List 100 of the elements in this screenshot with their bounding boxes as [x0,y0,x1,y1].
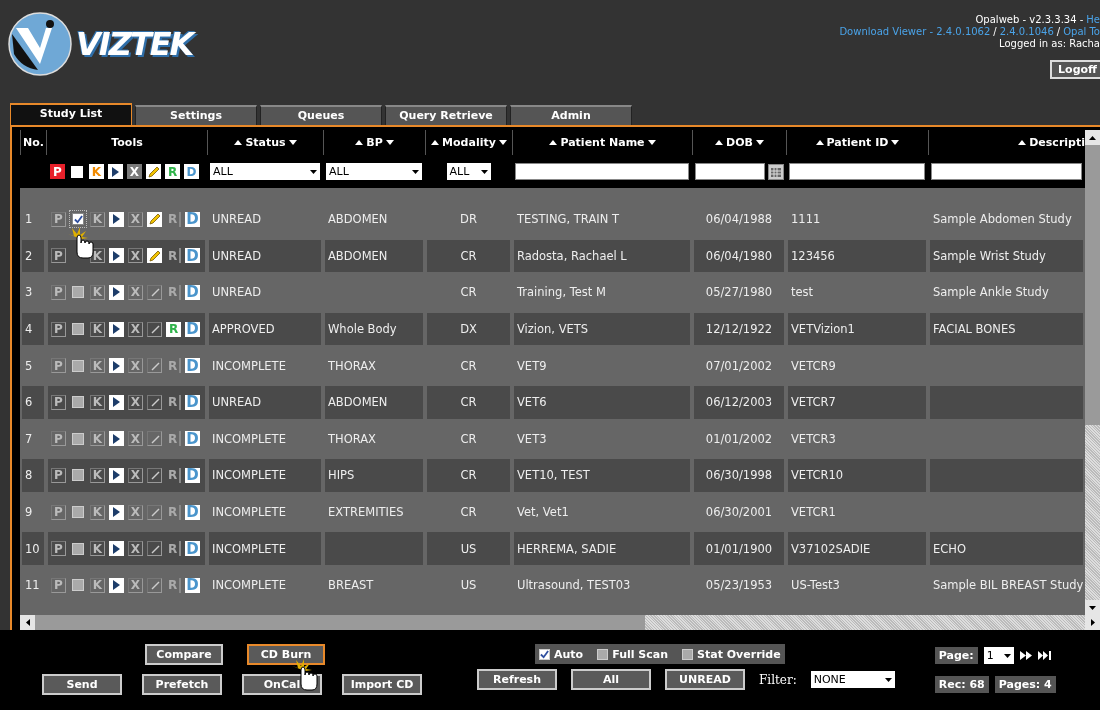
tool-button[interactable]: P [51,211,66,227]
sort-up-icon[interactable] [549,140,558,145]
tool-button[interactable]: P [51,321,66,337]
description-filter-field[interactable] [931,163,1082,180]
play-button[interactable] [109,394,124,410]
bp-filter-select[interactable]: ALL [326,163,422,180]
row-checkbox[interactable] [72,469,84,482]
tool-button[interactable]: R [166,321,181,337]
tool-button[interactable]: P [51,577,66,593]
action-button[interactable]: Compare [145,644,223,665]
tool-button[interactable]: R [166,248,181,264]
vertical-scrollbar[interactable] [1085,130,1100,615]
option-checkbox[interactable]: Full Scan [597,647,669,661]
tool-button[interactable]: R [166,211,181,227]
edit-button[interactable] [147,248,162,264]
tool-button[interactable]: X [128,321,143,337]
play-button[interactable] [109,211,124,227]
play-button[interactable] [109,541,124,557]
tool-button[interactable]: X [127,164,142,179]
action-button[interactable]: Prefetch [142,674,222,695]
tool-button[interactable]: X [128,211,143,227]
tab[interactable]: Queues [260,105,382,125]
edit-button[interactable] [147,541,162,557]
tool-button[interactable]: D [185,321,200,337]
sort-up-icon[interactable] [715,140,724,145]
sort-up-icon[interactable] [815,140,824,145]
row-checkbox[interactable] [72,323,84,336]
tool-button[interactable]: K [90,577,105,593]
modality-filter-select[interactable]: ALL [446,163,491,180]
tool-button[interactable]: K [90,467,105,483]
next-page-icon[interactable] [1019,651,1032,660]
tool-button[interactable]: D [185,541,200,557]
tab[interactable]: Settings [135,105,257,125]
play-button[interactable] [109,467,124,483]
action-button[interactable]: CD Burn [247,644,325,665]
tool-button[interactable]: K [90,211,105,227]
sort-up-icon[interactable] [234,140,243,145]
tool-button[interactable]: R [166,358,181,374]
tab[interactable]: Admin [510,105,632,125]
tool-button[interactable]: P [51,358,66,374]
row-checkbox[interactable] [72,579,84,592]
filter-select[interactable]: NONE [810,671,895,688]
scroll-up-icon[interactable] [1089,135,1096,140]
row-checkbox[interactable] [72,396,84,409]
row-checkbox[interactable] [72,506,84,519]
tool-button[interactable]: R [166,394,181,410]
row-checkbox[interactable] [72,286,84,299]
tab[interactable]: Query Retrieve [385,105,507,125]
scroll-thumb[interactable] [35,615,645,630]
tool-button[interactable]: P [51,285,66,300]
scroll-left-icon[interactable] [25,619,30,626]
tool-button[interactable]: X [128,394,143,410]
action-button[interactable]: Import CD [342,674,422,695]
sort-up-icon[interactable] [431,140,440,145]
tool-button[interactable]: K [90,285,105,300]
tool-button[interactable]: X [128,541,143,557]
tool-button[interactable]: P [51,541,66,557]
sort-down-icon[interactable] [891,140,900,145]
tool-button[interactable]: K [90,321,105,337]
patient-name-filter-field[interactable] [515,163,689,180]
tool-button[interactable]: P [50,164,65,179]
logoff-button[interactable]: Logoff [1050,60,1100,79]
sort-down-icon[interactable] [385,140,394,145]
tool-button[interactable]: D [185,285,200,300]
tool-button[interactable]: R [166,467,181,483]
tool-button[interactable]: X [128,467,143,483]
row-checkbox[interactable] [72,542,84,555]
tool-button[interactable]: R [166,577,181,593]
tool-button[interactable]: D [185,467,200,483]
tool-button[interactable]: P [51,394,66,410]
tool-button[interactable]: D [185,577,200,593]
play-button[interactable] [109,248,124,264]
tool-button[interactable]: D [184,164,199,179]
tool-button[interactable]: D [185,358,200,374]
scroll-down-icon[interactable] [1089,605,1096,610]
tool-button[interactable]: K [90,394,105,410]
sort-up-icon[interactable] [1018,140,1027,145]
tool-button[interactable]: D [185,504,200,520]
tool-button[interactable]: R [165,164,180,179]
sort-down-icon[interactable] [755,140,764,145]
row-checkbox[interactable] [72,359,84,372]
tool-button[interactable]: X [128,577,143,593]
edit-button[interactable] [147,321,162,337]
filter-button[interactable]: All [571,669,651,690]
tool-button[interactable]: X [128,358,143,374]
dob-filter-field[interactable] [695,163,765,180]
last-page-icon[interactable] [1037,651,1051,660]
option-checkbox[interactable]: Auto [539,647,584,661]
play-button[interactable] [109,504,124,520]
download-link[interactable]: Download Viewer - 2.4.0.1062 [839,26,991,38]
scroll-right-icon[interactable] [1090,619,1095,626]
horizontal-scrollbar[interactable] [20,615,1100,630]
checkbox[interactable] [539,648,550,660]
play-button[interactable] [109,577,124,593]
row-checkbox[interactable] [72,213,84,226]
tool-button[interactable]: K [90,431,105,447]
edit-button[interactable] [147,467,162,483]
tool-button[interactable]: R [166,285,181,300]
tool-button[interactable]: P [51,431,66,447]
calendar-icon[interactable] [768,163,784,180]
